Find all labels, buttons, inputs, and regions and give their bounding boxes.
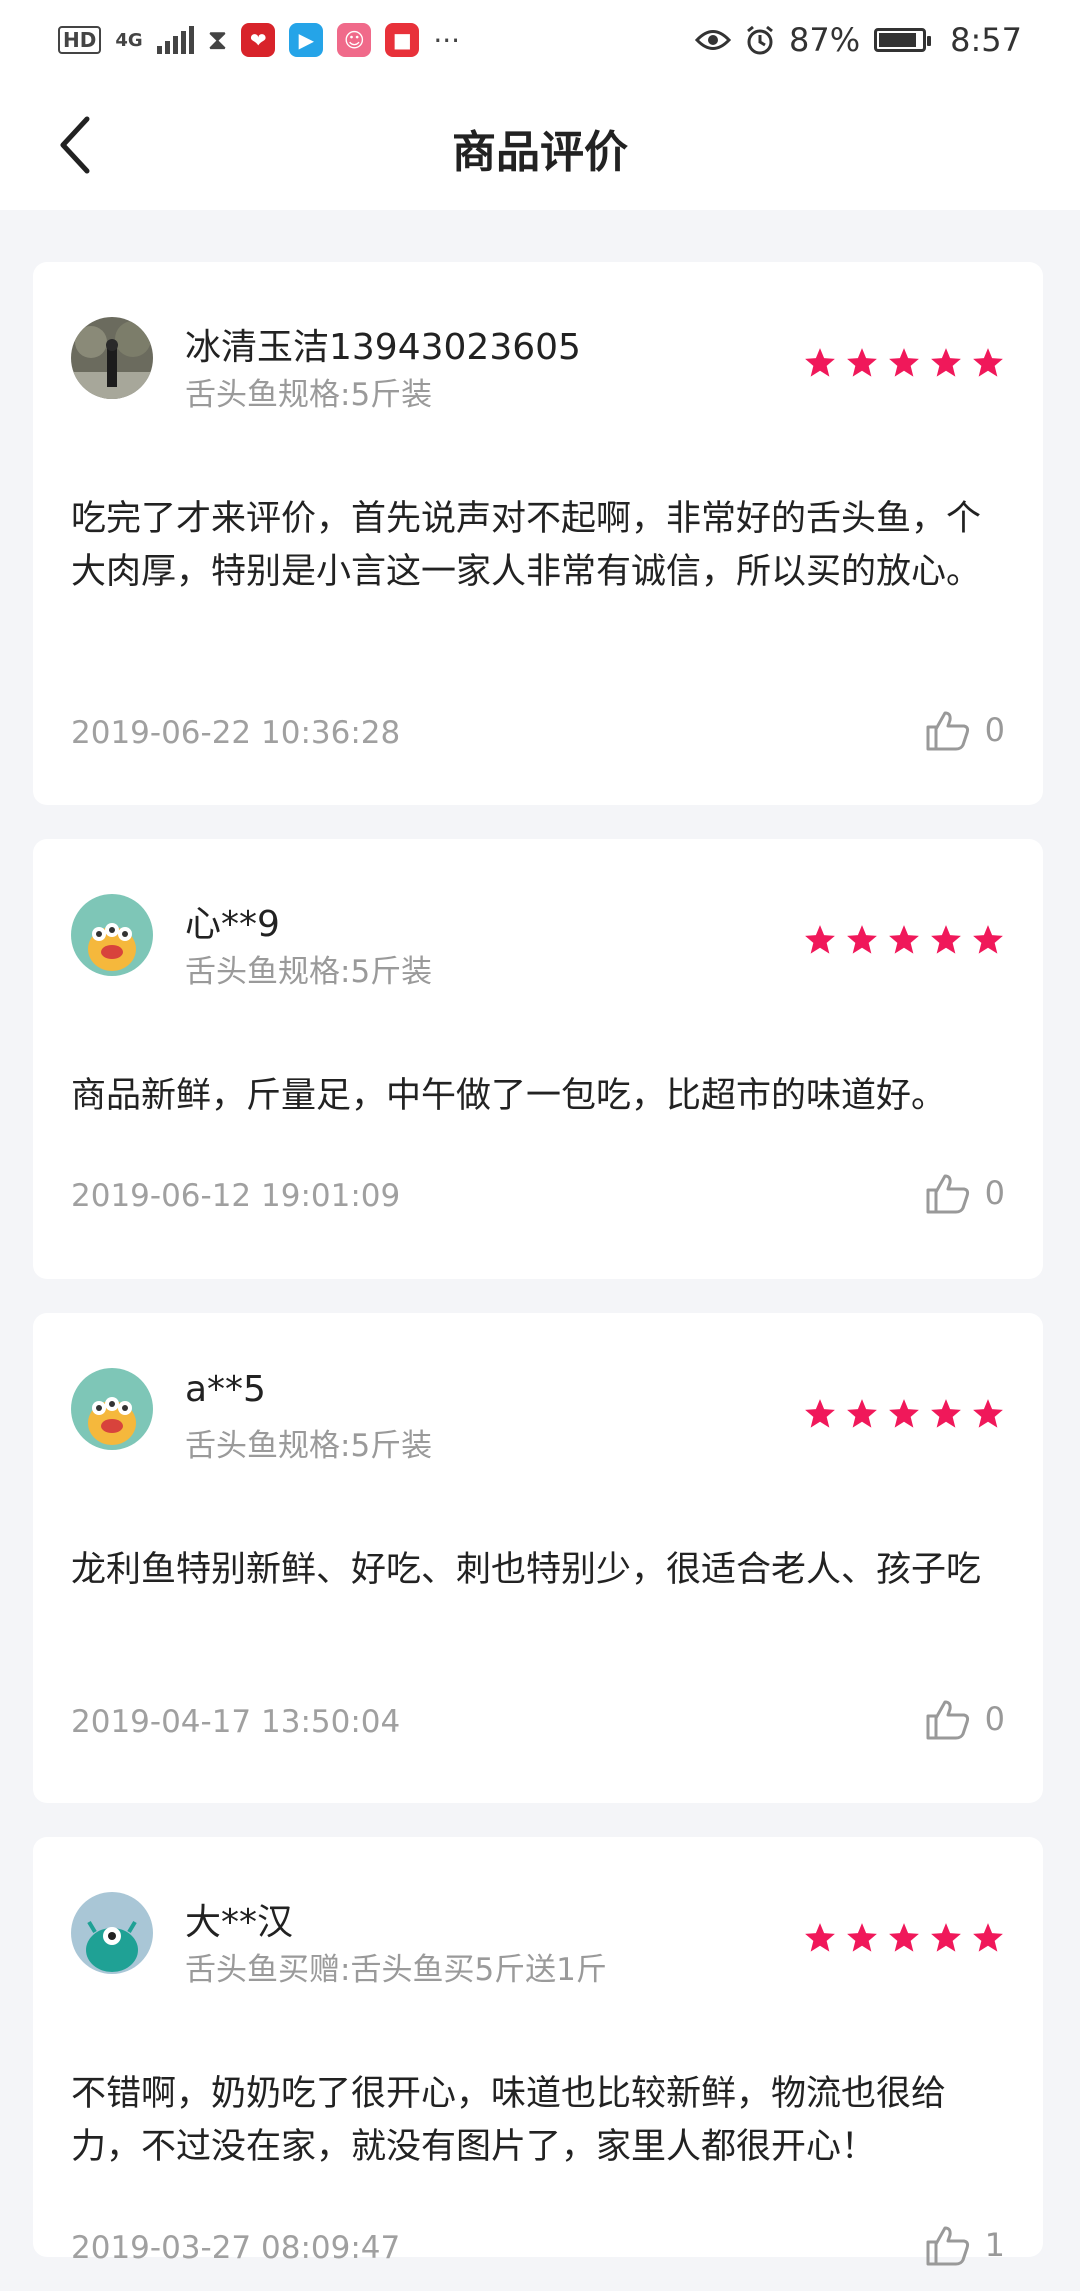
review-card: a**5 舌头鱼规格:5斤装 龙利鱼特别新鲜、好吃、刺也特别少，很适合老人、孩子… <box>33 1313 1043 1803</box>
status-left: HD 4G ⧗ ❤ ▶ ☺ ■ ··· <box>58 18 460 62</box>
product-spec: 舌头鱼规格:5斤装 <box>185 954 433 990</box>
review-date: 2019-03-27 08:09:47 <box>71 2230 401 2266</box>
review-footer: 2019-04-17 13:50:04 0 <box>71 1694 1005 1754</box>
star-icon <box>973 925 1003 954</box>
review-list: 冰清玉洁13943023605 舌头鱼规格:5斤装 吃完了才来评价，首先说声对不… <box>33 262 1043 2291</box>
star-icon <box>889 925 919 954</box>
star-icon <box>847 348 877 377</box>
review-card: 心**9 舌头鱼规格:5斤装 商品新鲜，斤量足，中午做了一包吃，比超市的味道好。… <box>33 839 1043 1279</box>
like-button[interactable]: 0 <box>925 709 1005 751</box>
review-footer: 2019-06-22 10:36:28 0 <box>71 705 1005 765</box>
star-icon <box>889 1923 919 1952</box>
hourglass-icon: ⧗ <box>207 23 228 56</box>
review-text: 不错啊，奶奶吃了很开心，味道也比较新鲜，物流也很给力，不过没在家，就没有图片了，… <box>71 2074 947 2167</box>
app-heart-icon: ❤ <box>241 23 276 57</box>
star-icon <box>931 925 961 954</box>
star-icon <box>889 1399 919 1428</box>
review-text: 龙利鱼特别新鲜、好吃、刺也特别少，很适合老人、孩子吃 <box>71 1550 982 1590</box>
review-date: 2019-06-12 19:01:09 <box>71 1178 401 1214</box>
avatar[interactable] <box>71 317 153 399</box>
avatar[interactable] <box>71 1892 153 1974</box>
battery-icon <box>874 28 932 52</box>
avatar[interactable] <box>71 1368 153 1450</box>
thumbs-up-icon <box>926 1700 969 1740</box>
review-card: 冰清玉洁13943023605 舌头鱼规格:5斤装 吃完了才来评价，首先说声对不… <box>33 262 1043 805</box>
review-date: 2019-04-17 13:50:04 <box>71 1704 401 1740</box>
star-rating <box>803 1397 1005 1431</box>
more-dots-icon: ··· <box>433 23 461 57</box>
signal-icon <box>156 26 194 54</box>
star-icon <box>973 348 1003 377</box>
battery-fill <box>879 33 917 47</box>
reviewer-name: 冰清玉洁13943023605 <box>185 327 581 368</box>
star-icon <box>805 348 835 377</box>
battery-percent: 87% <box>789 21 861 59</box>
star-icon <box>931 1923 961 1952</box>
thumbs-up-icon <box>926 711 969 751</box>
alarm-icon <box>747 25 773 55</box>
product-spec: 舌头鱼规格:5斤装 <box>185 377 433 413</box>
clock-time: 8:57 <box>950 21 1022 59</box>
star-icon <box>847 1923 877 1952</box>
product-spec: 舌头鱼买赠:舌头鱼买5斤送1斤 <box>185 1952 607 1988</box>
like-button[interactable]: 0 <box>925 1698 1005 1740</box>
reviewer-name: 大**汉 <box>185 1902 294 1943</box>
star-icon <box>973 1399 1003 1428</box>
star-rating <box>803 1921 1005 1955</box>
network-label: 4G <box>115 29 143 51</box>
review-header: 大**汉 舌头鱼买赠:舌头鱼买5斤送1斤 <box>71 1837 1005 2018</box>
status-bar: HD 4G ⧗ ❤ ▶ ☺ ■ ··· 87% 8:57 <box>0 0 1080 80</box>
review-card: 大**汉 舌头鱼买赠:舌头鱼买5斤送1斤 不错啊，奶奶吃了很开心，味道也比较新鲜… <box>33 1837 1043 2266</box>
star-icon <box>805 1923 835 1952</box>
review-date: 2019-06-22 10:36:28 <box>71 715 401 751</box>
star-rating <box>803 346 1005 380</box>
star-icon <box>973 1923 1003 1952</box>
star-icon <box>805 925 835 954</box>
like-button[interactable]: 1 <box>925 2224 1005 2266</box>
star-icon <box>847 925 877 954</box>
product-spec: 舌头鱼规格:5斤装 <box>185 1428 433 1464</box>
star-rating <box>803 923 1005 957</box>
review-header: 心**9 舌头鱼规格:5斤装 <box>71 839 1005 1020</box>
review-header: a**5 舌头鱼规格:5斤装 <box>71 1313 1005 1494</box>
review-header: 冰清玉洁13943023605 舌头鱼规格:5斤装 <box>71 262 1005 443</box>
review-footer: 2019-03-27 08:09:47 1 <box>71 2220 1005 2280</box>
like-count: 1 <box>984 2226 1005 2264</box>
thumbs-up-icon <box>926 1174 969 1214</box>
star-icon <box>931 348 961 377</box>
review-footer: 2019-06-12 19:01:09 0 <box>71 1168 1005 1228</box>
hd-icon: HD <box>58 26 102 54</box>
like-button[interactable]: 0 <box>925 1172 1005 1214</box>
thumbs-up-icon <box>926 2226 969 2266</box>
eye-icon <box>695 30 732 50</box>
app-pink-icon: ☺ <box>337 23 372 57</box>
avatar[interactable] <box>71 894 153 976</box>
like-count: 0 <box>984 1174 1005 1212</box>
like-count: 0 <box>984 1700 1005 1738</box>
star-icon <box>931 1399 961 1428</box>
like-count: 0 <box>984 711 1005 749</box>
app-delivery-icon: ▶ <box>289 23 324 57</box>
review-text: 吃完了才来评价，首先说声对不起啊，非常好的舌头鱼，个大肉厚，特别是小言这一家人非… <box>71 499 982 592</box>
nav-header: 商品评价 <box>0 80 1080 210</box>
review-text: 商品新鲜，斤量足，中午做了一包吃，比超市的味道好。 <box>71 1076 947 1116</box>
page-title: 商品评价 <box>452 127 628 178</box>
star-icon <box>805 1399 835 1428</box>
status-right: 87% 8:57 <box>695 16 1022 64</box>
app-red-icon: ■ <box>385 23 420 57</box>
star-icon <box>889 348 919 377</box>
reviewer-name: a**5 <box>185 1369 266 1410</box>
reviewer-name: 心**9 <box>185 904 280 945</box>
star-icon <box>847 1399 877 1428</box>
